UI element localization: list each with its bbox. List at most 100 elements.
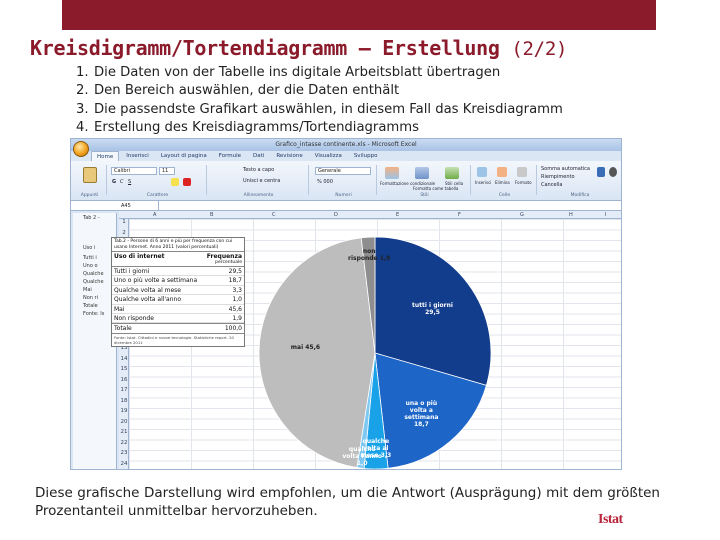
data-table: Tab.2 - Persone di 6 anni e più per freq… bbox=[111, 237, 245, 347]
group-cells: Inserisci Elimina Formato Celle bbox=[473, 165, 537, 198]
group-styles: Formattazione condizionale Formatta come… bbox=[379, 165, 471, 198]
tab-home[interactable]: Home bbox=[91, 151, 120, 161]
table-row[interactable]: Qualche volta al mese 3,3 bbox=[112, 286, 244, 296]
table-row[interactable]: Non risponde 1,9 bbox=[112, 314, 244, 324]
step-item: 4. Erstellung des Kreisdiagramms/Tortendi… bbox=[76, 119, 419, 135]
column-header[interactable]: F bbox=[458, 211, 461, 219]
pie-data-label: non risponde 1,9 bbox=[347, 247, 391, 262]
row-header[interactable]: 14 bbox=[119, 356, 129, 362]
ribbon-tabs: Home Inserisci Layout di pagina Formule … bbox=[91, 151, 382, 161]
row-header[interactable]: 23 bbox=[119, 450, 129, 456]
group-font: Calibri 11 G C S Carattere bbox=[109, 165, 207, 198]
paste-icon[interactable] bbox=[83, 167, 97, 183]
row-header[interactable]: 17 bbox=[119, 387, 129, 393]
row-header[interactable]: 22 bbox=[119, 440, 129, 446]
tab-developer[interactable]: Sviluppo bbox=[349, 151, 383, 161]
group-clipboard: Appunti bbox=[73, 165, 107, 198]
step-item: 3. Die passendste Grafikart auswählen, in… bbox=[76, 101, 563, 117]
merge-center-button[interactable]: Unisci e centra bbox=[243, 178, 280, 184]
group-editing: Somma automatica Riempimento Cancella Mo… bbox=[539, 165, 621, 198]
pie-slice[interactable] bbox=[258, 237, 376, 469]
font-size-select[interactable]: 11 bbox=[159, 167, 175, 175]
row-header[interactable]: 15 bbox=[119, 366, 129, 372]
column-header[interactable]: I bbox=[605, 211, 606, 219]
format-cells-icon[interactable] bbox=[517, 167, 527, 177]
header-bar bbox=[62, 0, 656, 30]
title-text: Kreisdigramm/Tortendiagramm – Erstellung bbox=[30, 36, 500, 60]
office-button-icon[interactable] bbox=[73, 141, 89, 157]
istat-logo: Istat bbox=[598, 512, 623, 527]
pie-chart-svg bbox=[258, 236, 492, 469]
autosum-button[interactable]: Somma automatica bbox=[541, 166, 590, 172]
pie-chart[interactable]: tutti i giorni 29,5 una o più volta a set… bbox=[257, 235, 493, 469]
find-select-icon[interactable] bbox=[609, 167, 617, 177]
column-header[interactable]: B bbox=[210, 211, 213, 219]
ribbon: Appunti Calibri 11 G C S Carattere Testo… bbox=[71, 161, 621, 201]
font-name-select[interactable]: Calibri bbox=[111, 167, 157, 175]
conditional-format-icon[interactable] bbox=[385, 167, 399, 179]
header-value: Frequenza percentuale bbox=[206, 253, 242, 265]
cell-styles-icon[interactable] bbox=[445, 167, 459, 179]
slide-counter: (2/2) bbox=[511, 38, 568, 60]
slide-title: Kreisdigramm/Tortendiagramm – Erstellung… bbox=[30, 36, 710, 60]
percent-icon[interactable]: % 000 bbox=[317, 179, 333, 185]
tab-page-layout[interactable]: Layout di pagina bbox=[156, 151, 212, 161]
table-source: Fonte: Istat. Cittadini e nuove tecnolog… bbox=[112, 332, 244, 346]
table-row[interactable]: Mai 45,6 bbox=[112, 305, 244, 314]
column-header[interactable]: C bbox=[272, 211, 276, 219]
column-header[interactable]: D bbox=[334, 211, 338, 219]
clear-button[interactable]: Cancella bbox=[541, 182, 562, 188]
italic-icon[interactable]: C bbox=[120, 179, 124, 185]
pie-data-label: qualche volta l'anno 1,0 bbox=[342, 446, 383, 468]
group-alignment: Testo a capo Unisci e centra Allineament… bbox=[209, 165, 309, 198]
tab-insert[interactable]: Inserisci bbox=[121, 151, 154, 161]
row-header[interactable]: 2 bbox=[119, 230, 129, 236]
table-header: Uso di internet Frequenza percentuale bbox=[112, 252, 244, 267]
tab-view[interactable]: Visualizza bbox=[310, 151, 347, 161]
column-header[interactable]: A bbox=[153, 211, 156, 219]
wrap-text-button[interactable]: Testo a capo bbox=[243, 167, 274, 173]
pie-data-label: tutti i giorni 29,5 bbox=[412, 301, 453, 316]
column-header[interactable]: H bbox=[569, 211, 573, 219]
column-headers: ABCDEFGHIJKLM bbox=[119, 211, 621, 219]
row-header[interactable]: 24 bbox=[119, 461, 129, 467]
underline-icon[interactable]: S bbox=[128, 179, 131, 185]
pie-data-label: una o più volta a settimana 18,7 bbox=[404, 399, 439, 428]
header-label: Uso di internet bbox=[114, 253, 165, 260]
font-color-icon[interactable] bbox=[183, 178, 191, 186]
group-number: Generale % 000 Numeri bbox=[311, 165, 377, 198]
sort-filter-icon[interactable] bbox=[597, 167, 605, 177]
name-box[interactable]: A45 bbox=[119, 201, 159, 211]
bold-icon[interactable]: G bbox=[112, 179, 116, 185]
row-header[interactable]: 1 bbox=[119, 219, 129, 225]
table-row[interactable]: Qualche volta all'anno 1,0 bbox=[112, 295, 244, 305]
fill-color-icon[interactable] bbox=[171, 178, 179, 186]
row-header[interactable]: 18 bbox=[119, 398, 129, 404]
table-row[interactable]: Uno o più volte a settimana 18,7 bbox=[112, 276, 244, 286]
delete-cells-icon[interactable] bbox=[497, 167, 507, 177]
table-caption: Tab.2 - Persone di 6 anni e più per freq… bbox=[112, 238, 244, 252]
step-item: 2. Den Bereich auswählen, der die Daten e… bbox=[76, 83, 400, 99]
step-item: 1. Die Daten von der Tabelle ins digitale… bbox=[76, 65, 501, 80]
fill-button[interactable]: Riempimento bbox=[541, 174, 575, 180]
column-header[interactable]: G bbox=[520, 211, 524, 219]
table-total-row[interactable]: Totale 100,0 bbox=[112, 323, 244, 332]
tab-data[interactable]: Dati bbox=[248, 151, 269, 161]
slide-caption: Diese grafische Darstellung wird empfohl… bbox=[35, 485, 660, 519]
tab-formulas[interactable]: Formule bbox=[214, 151, 246, 161]
row-header[interactable]: 21 bbox=[119, 429, 129, 435]
steps-list: 1. Die Daten von der Tabelle ins digitale… bbox=[76, 64, 563, 137]
table-row[interactable]: Tutti i giorni 29,5 bbox=[112, 267, 244, 277]
excel-titlebar: Grafico_intasse continente.xls - Microso… bbox=[71, 139, 621, 151]
row-header[interactable]: 20 bbox=[119, 419, 129, 425]
formula-bar: A45 bbox=[71, 201, 621, 211]
insert-cells-icon[interactable] bbox=[477, 167, 487, 177]
column-header[interactable]: E bbox=[396, 211, 399, 219]
tab-review[interactable]: Revisione bbox=[271, 151, 307, 161]
format-table-icon[interactable] bbox=[415, 167, 429, 179]
row-header[interactable]: 16 bbox=[119, 377, 129, 383]
excel-screenshot: Grafico_intasse continente.xls - Microso… bbox=[70, 138, 622, 470]
pie-data-label: mai 45,6 bbox=[290, 343, 321, 351]
number-format-select[interactable]: Generale bbox=[315, 167, 371, 175]
row-header[interactable]: 19 bbox=[119, 408, 129, 414]
